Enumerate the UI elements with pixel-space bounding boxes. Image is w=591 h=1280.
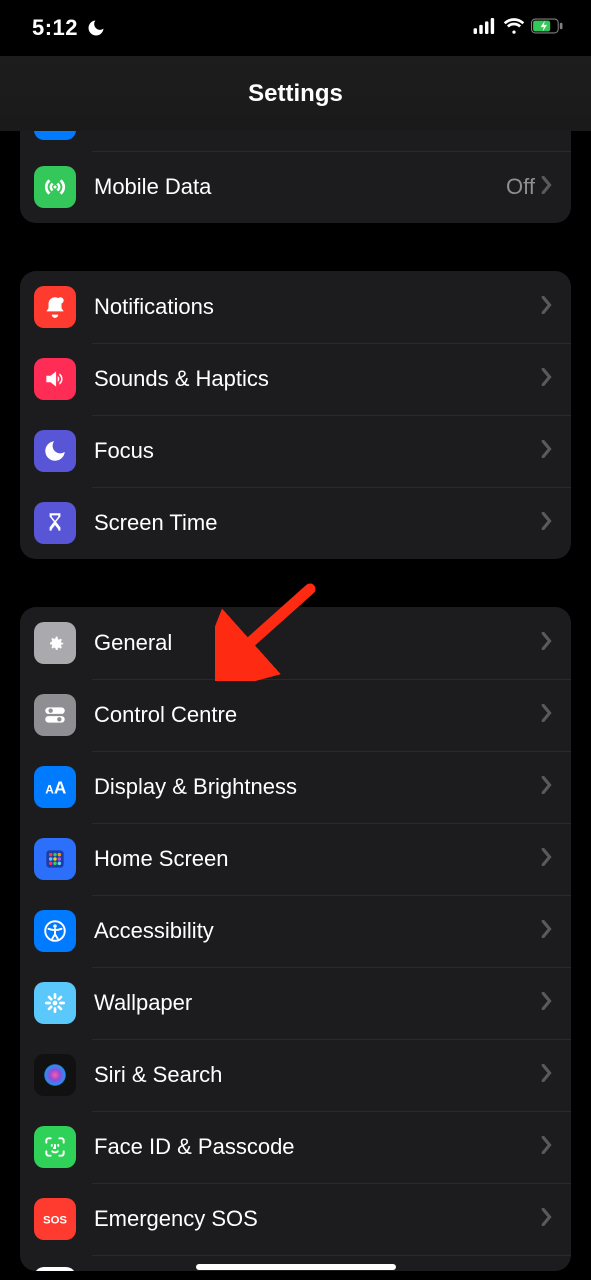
svg-text:SOS: SOS (43, 1214, 67, 1226)
settings-row-siri[interactable]: Siri & Search (20, 1039, 571, 1111)
row-label: Notifications (94, 294, 541, 320)
chevron-right-icon (541, 368, 553, 391)
settings-group-connectivity: Mobile Data Off (20, 131, 571, 223)
status-bar: 5:12 (0, 0, 591, 56)
row-label: Sounds & Haptics (94, 366, 541, 392)
settings-row-focus[interactable]: Focus (20, 415, 571, 487)
chevron-right-icon (541, 440, 553, 463)
row-label: Control Centre (94, 702, 541, 728)
cellular-icon (473, 18, 497, 39)
settings-row-sos[interactable]: SOS Emergency SOS (20, 1183, 571, 1255)
settings-row-general[interactable]: General (20, 607, 571, 679)
settings-row-faceid[interactable]: Face ID & Passcode (20, 1111, 571, 1183)
row-label: Accessibility (94, 918, 541, 944)
text-size-icon: AA (34, 766, 76, 808)
flower-icon (34, 982, 76, 1024)
settings-row-notifications[interactable]: Notifications (20, 271, 571, 343)
bluetooth-icon (34, 131, 76, 140)
chevron-right-icon (541, 512, 553, 535)
chevron-right-icon (541, 992, 553, 1015)
settings-row-display[interactable]: AA Display & Brightness (20, 751, 571, 823)
sos-icon: SOS (34, 1198, 76, 1240)
status-time: 5:12 (32, 15, 78, 41)
row-label: Wallpaper (94, 990, 541, 1016)
gear-icon (34, 622, 76, 664)
moon-icon (86, 18, 106, 38)
speaker-icon (34, 358, 76, 400)
settings-row-accessibility[interactable]: Accessibility (20, 895, 571, 967)
settings-group-notifications: Notifications Sounds & Haptics Focus Scr… (20, 271, 571, 559)
svg-text:A: A (45, 783, 54, 797)
settings-row-control-centre[interactable]: Control Centre (20, 679, 571, 751)
settings-row-screen-time[interactable]: Screen Time (20, 487, 571, 559)
siri-icon (34, 1054, 76, 1096)
hourglass-icon (34, 502, 76, 544)
settings-row-home-screen[interactable]: Home Screen (20, 823, 571, 895)
faceid-icon (34, 1126, 76, 1168)
row-label: Emergency SOS (94, 1206, 541, 1232)
chevron-right-icon (541, 1064, 553, 1087)
chevron-right-icon (541, 632, 553, 655)
chevron-right-icon (541, 1136, 553, 1159)
chevron-right-icon (541, 848, 553, 871)
battery-icon (531, 18, 563, 39)
accessibility-icon (34, 910, 76, 952)
unknown-icon (34, 1267, 76, 1271)
grid-apps-icon (34, 838, 76, 880)
antenna-icon (34, 166, 76, 208)
nav-header: Settings (0, 56, 591, 131)
chevron-right-icon (541, 176, 553, 199)
row-label: Mobile Data (94, 174, 506, 200)
settings-group-general: General Control Centre AA Display & Brig… (20, 607, 571, 1271)
settings-row-mobile-data[interactable]: Mobile Data Off (20, 151, 571, 223)
row-label: General (94, 630, 541, 656)
home-indicator[interactable] (196, 1264, 396, 1270)
row-label: Screen Time (94, 510, 541, 536)
row-value: Off (506, 174, 535, 200)
row-label: Face ID & Passcode (94, 1134, 541, 1160)
row-label: Display & Brightness (94, 774, 541, 800)
row-label: Focus (94, 438, 541, 464)
switches-icon (34, 694, 76, 736)
wifi-icon (503, 15, 525, 42)
settings-row-partial[interactable] (20, 131, 571, 151)
settings-row-wallpaper[interactable]: Wallpaper (20, 967, 571, 1039)
row-label: Siri & Search (94, 1062, 541, 1088)
chevron-right-icon (541, 296, 553, 319)
page-title: Settings (248, 80, 343, 108)
row-label: Home Screen (94, 846, 541, 872)
svg-text:A: A (54, 778, 67, 798)
chevron-right-icon (541, 704, 553, 727)
settings-list[interactable]: Mobile Data Off Notifications Sounds & H… (0, 131, 591, 1280)
moon-icon (34, 430, 76, 472)
chevron-right-icon (541, 920, 553, 943)
chevron-right-icon (541, 776, 553, 799)
bell-icon (34, 286, 76, 328)
settings-row-sounds[interactable]: Sounds & Haptics (20, 343, 571, 415)
chevron-right-icon (541, 1208, 553, 1231)
